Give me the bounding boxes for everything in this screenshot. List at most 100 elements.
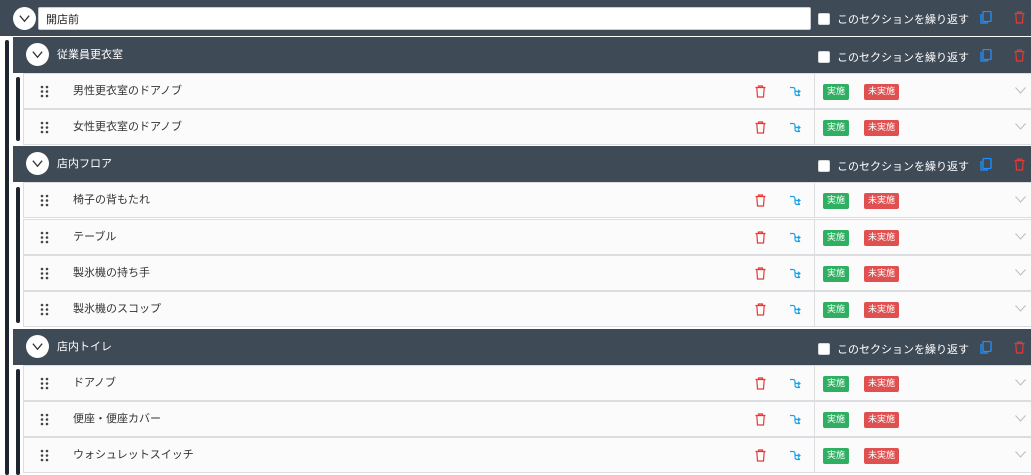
repeat-checkbox[interactable] — [818, 343, 830, 355]
branch-icon[interactable] — [789, 195, 801, 206]
item-label: 椅子の背もたれ — [73, 193, 150, 206]
copy-icon[interactable] — [980, 11, 992, 24]
trash-icon[interactable] — [755, 85, 766, 98]
undone-badge[interactable]: 未実施 — [864, 193, 900, 209]
done-badge[interactable]: 実施 — [823, 376, 850, 392]
undone-badge[interactable]: 未実施 — [864, 412, 900, 428]
collapse-section-button[interactable] — [26, 43, 49, 66]
branch-icon[interactable] — [789, 378, 801, 389]
item-label: ウォシュレットスイッチ — [73, 448, 194, 461]
row-divider — [814, 366, 815, 400]
drag-handle-icon[interactable] — [40, 377, 49, 390]
repeat-checkbox[interactable] — [818, 51, 830, 63]
row-divider — [814, 110, 815, 144]
trash-icon[interactable] — [1014, 11, 1025, 24]
checklist-item-row: 椅子の背もたれ 実施 未実施 — [23, 182, 1031, 218]
drag-handle-icon[interactable] — [40, 85, 49, 98]
undone-badge[interactable]: 未実施 — [864, 302, 900, 318]
checklist-rail — [5, 40, 9, 475]
undone-badge[interactable]: 未実施 — [864, 120, 900, 136]
item-label: 便座・便座カバー — [73, 412, 161, 425]
row-divider — [814, 183, 815, 217]
trash-icon[interactable] — [1014, 158, 1025, 171]
chevron-down-icon[interactable] — [1015, 305, 1026, 312]
branch-icon[interactable] — [789, 232, 801, 243]
repeat-section-toggle[interactable]: このセクションを繰り返す — [818, 11, 969, 27]
checklist-header: このセクションを繰り返す — [0, 0, 1031, 36]
collapse-section-button[interactable] — [26, 152, 49, 175]
undone-badge[interactable]: 未実施 — [864, 448, 900, 464]
item-label: テーブル — [73, 230, 117, 243]
branch-icon[interactable] — [789, 450, 801, 461]
checklist-item-row: ウォシュレットスイッチ 実施 未実施 — [23, 437, 1031, 473]
drag-handle-icon[interactable] — [40, 121, 49, 134]
drag-handle-icon[interactable] — [40, 267, 49, 280]
done-badge[interactable]: 実施 — [823, 230, 850, 246]
section-rail — [16, 77, 20, 141]
section-rail — [16, 369, 20, 475]
section-header: 従業員更衣室 このセクションを繰り返す — [13, 37, 1031, 73]
done-badge[interactable]: 実施 — [823, 266, 850, 282]
chevron-down-icon[interactable] — [1015, 123, 1026, 130]
done-badge[interactable]: 実施 — [823, 302, 850, 318]
trash-icon[interactable] — [755, 449, 766, 462]
chevron-down-icon[interactable] — [1015, 379, 1026, 386]
collapse-checklist-button[interactable] — [13, 7, 36, 30]
branch-icon[interactable] — [789, 304, 801, 315]
trash-icon[interactable] — [755, 267, 766, 280]
drag-handle-icon[interactable] — [40, 231, 49, 244]
copy-icon[interactable] — [980, 49, 992, 62]
drag-handle-icon[interactable] — [40, 194, 49, 207]
repeat-section-toggle[interactable]: このセクションを繰り返す — [818, 341, 969, 357]
done-badge[interactable]: 実施 — [823, 84, 850, 100]
item-label: 製氷機のスコップ — [73, 302, 161, 315]
branch-icon[interactable] — [789, 414, 801, 425]
branch-icon[interactable] — [789, 86, 801, 97]
repeat-label: このセクションを繰り返す — [837, 343, 969, 356]
drag-handle-icon[interactable] — [40, 303, 49, 316]
repeat-section-toggle[interactable]: このセクションを繰り返す — [818, 158, 969, 174]
trash-icon[interactable] — [755, 413, 766, 426]
drag-handle-icon[interactable] — [40, 413, 49, 426]
done-badge[interactable]: 実施 — [823, 412, 850, 428]
collapse-section-button[interactable] — [26, 335, 49, 358]
chevron-down-icon[interactable] — [1015, 87, 1026, 94]
row-divider — [814, 220, 815, 254]
chevron-down-icon[interactable] — [1015, 451, 1026, 458]
done-badge[interactable]: 実施 — [823, 120, 850, 136]
undone-badge[interactable]: 未実施 — [864, 230, 900, 246]
branch-icon[interactable] — [789, 268, 801, 279]
chevron-down-icon — [32, 343, 43, 351]
done-badge[interactable]: 実施 — [823, 193, 850, 209]
repeat-checkbox[interactable] — [818, 13, 830, 25]
chevron-down-icon[interactable] — [1015, 415, 1026, 422]
done-badge[interactable]: 実施 — [823, 448, 850, 464]
trash-icon[interactable] — [755, 377, 766, 390]
trash-icon[interactable] — [755, 231, 766, 244]
drag-handle-icon[interactable] — [40, 449, 49, 462]
item-label: 男性更衣室のドアノブ — [73, 84, 183, 97]
copy-icon[interactable] — [980, 158, 992, 171]
undone-badge[interactable]: 未実施 — [864, 266, 900, 282]
item-label: 製氷機の持ち手 — [73, 266, 150, 279]
chevron-down-icon[interactable] — [1015, 196, 1026, 203]
repeat-label: このセクションを繰り返す — [837, 51, 969, 64]
repeat-section-toggle[interactable]: このセクションを繰り返す — [818, 49, 969, 65]
section-title: 従業員更衣室 — [57, 48, 123, 61]
section-header: 店内フロア このセクションを繰り返す — [13, 146, 1031, 182]
trash-icon[interactable] — [755, 121, 766, 134]
branch-icon[interactable] — [789, 122, 801, 133]
trash-icon[interactable] — [1014, 49, 1025, 62]
repeat-checkbox[interactable] — [818, 160, 830, 172]
undone-badge[interactable]: 未実施 — [864, 376, 900, 392]
row-divider — [814, 74, 815, 108]
trash-icon[interactable] — [755, 194, 766, 207]
chevron-down-icon[interactable] — [1015, 269, 1026, 276]
trash-icon[interactable] — [755, 303, 766, 316]
chevron-down-icon[interactable] — [1015, 233, 1026, 240]
checklist-title-input[interactable] — [38, 7, 811, 30]
undone-badge[interactable]: 未実施 — [864, 84, 900, 100]
copy-icon[interactable] — [980, 341, 992, 354]
section-rail — [16, 187, 20, 323]
trash-icon[interactable] — [1014, 341, 1025, 354]
